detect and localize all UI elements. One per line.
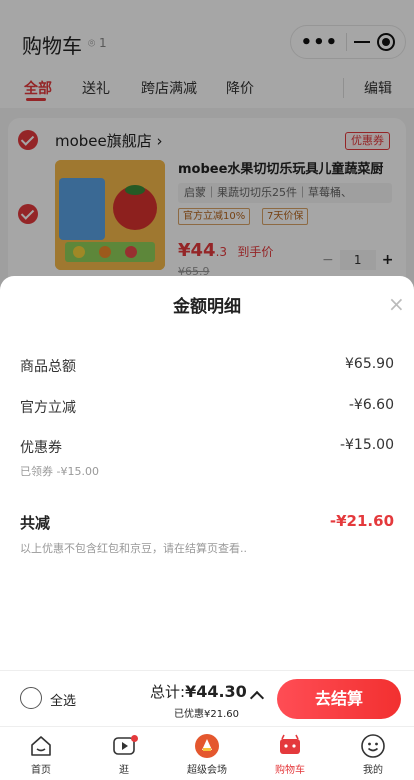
total-discount-value: -¥21.60 — [329, 512, 394, 530]
official-discount-value: -¥6.60 — [348, 397, 394, 413]
chevron-up-icon[interactable] — [249, 690, 265, 706]
bottom-tabbar: 首页 逛 超级会场 购物车 我的 — [0, 726, 414, 780]
saved-amount: 已优惠¥21.60 — [174, 709, 239, 720]
select-all-radio[interactable] — [20, 687, 42, 709]
coupon-label: 优惠券 — [20, 440, 62, 456]
goods-total-label: 商品总额 — [20, 359, 76, 375]
profile-icon — [361, 734, 385, 758]
notification-dot — [131, 735, 138, 742]
select-all-label[interactable]: 全选 — [50, 690, 76, 709]
tabbar-label: 购物车 — [275, 765, 305, 776]
tabbar-item-venue[interactable]: 超级会场 — [172, 733, 242, 776]
total-amount: ¥44.30 — [185, 682, 247, 701]
venue-icon — [195, 734, 219, 758]
tabbar-label: 首页 — [31, 765, 51, 776]
tabbar-item-browse[interactable]: 逛 — [89, 733, 159, 776]
coupon-claimed-note: 已领券 -¥15.00 — [20, 465, 99, 478]
tabbar-item-cart[interactable]: 购物车 — [255, 733, 325, 776]
goods-total-value: ¥65.90 — [345, 356, 394, 372]
official-discount-label: 官方立减 — [20, 400, 76, 416]
checkout-button[interactable]: 去结算 — [277, 679, 401, 719]
close-icon[interactable]: × — [388, 292, 405, 316]
tabbar-label: 我的 — [363, 765, 383, 776]
sheet-title: 金额明细 — [173, 297, 241, 317]
cart-icon — [280, 734, 300, 754]
coupon-value: -¥15.00 — [339, 437, 394, 453]
tabbar-label: 超级会场 — [187, 765, 227, 776]
home-icon — [31, 736, 51, 756]
tabbar-item-profile[interactable]: 我的 — [338, 733, 408, 776]
tabbar-label: 逛 — [119, 765, 129, 776]
total-prefix: 总计: — [150, 683, 186, 701]
tabbar-item-home[interactable]: 首页 — [6, 733, 76, 776]
discount-note: 以上优惠不包含红包和京豆，请在结算页查看.. — [20, 542, 247, 555]
total-summary: 总计:¥44.30 — [150, 681, 247, 702]
checkout-bar: 全选 总计:¥44.30 已优惠¥21.60 去结算 — [0, 670, 414, 726]
total-discount-label: 共减 — [20, 514, 51, 532]
